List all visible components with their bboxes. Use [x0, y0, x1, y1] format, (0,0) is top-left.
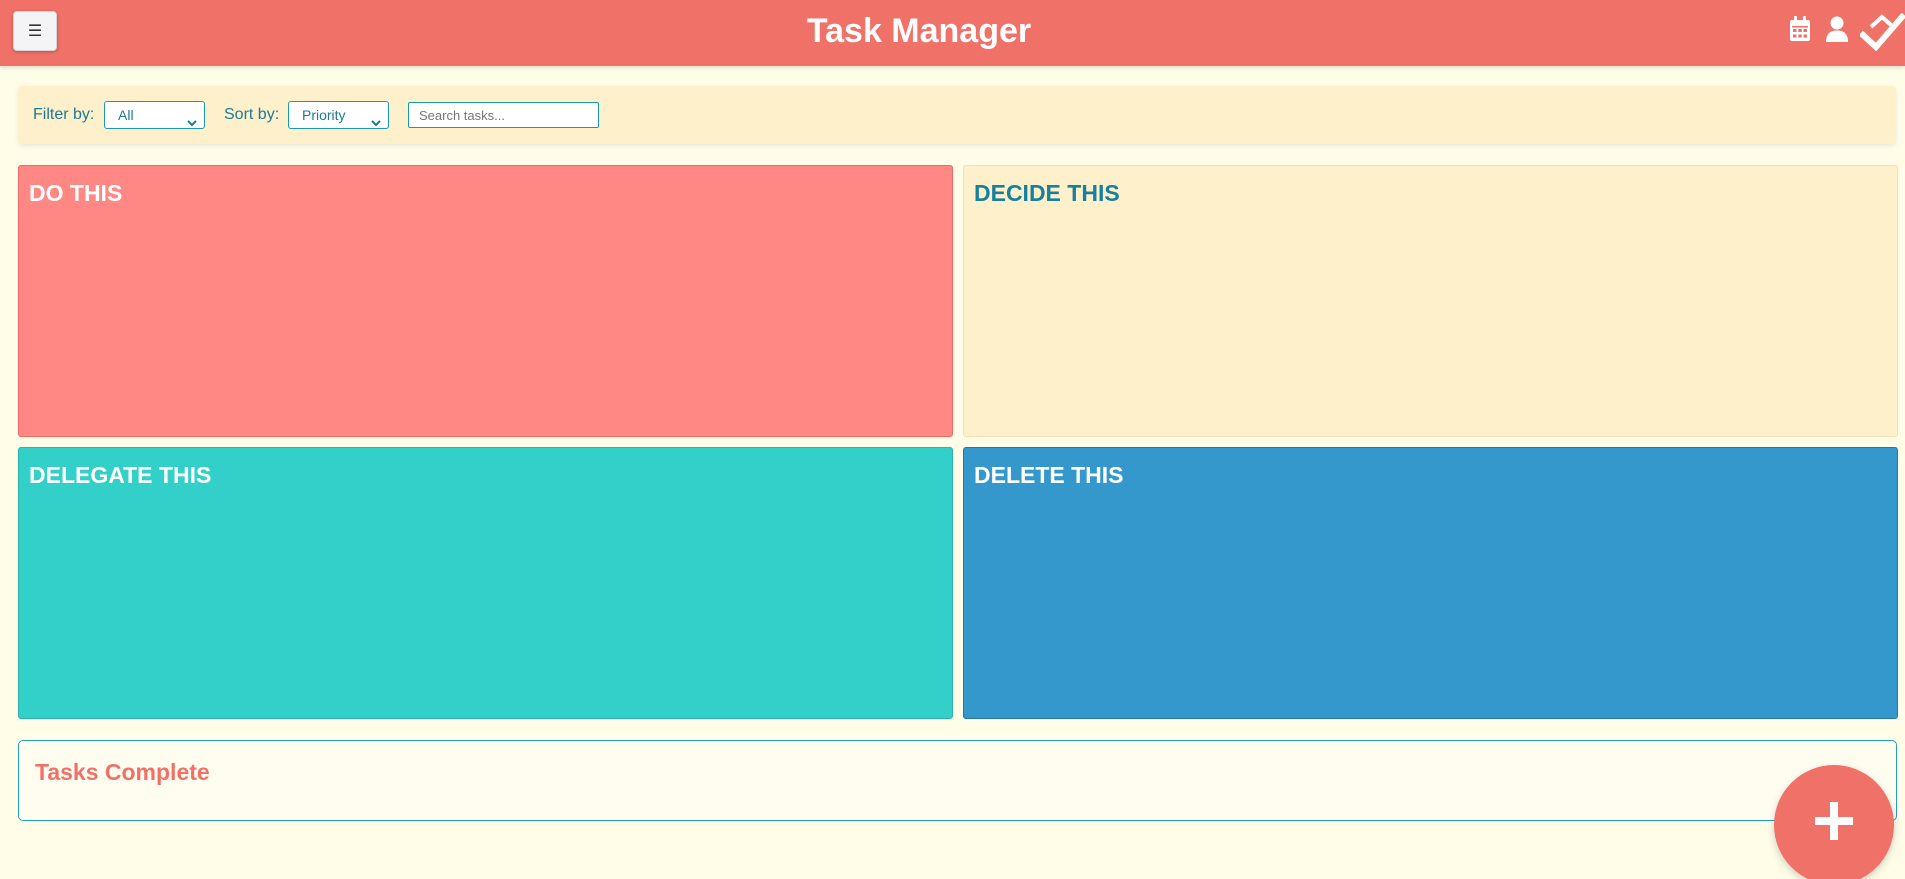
plus-icon	[1815, 802, 1853, 840]
tasks-complete-panel: Tasks Complete	[18, 740, 1897, 821]
filter-select[interactable]: All	[104, 101, 205, 129]
chevron-down-icon	[370, 110, 382, 136]
quadrant-do: DO THIS	[18, 165, 953, 437]
checkmark-logo-icon	[1858, 12, 1905, 56]
app-header: ☰ Task Manager	[0, 0, 1905, 66]
app-title: Task Manager	[806, 12, 1032, 50]
quadrant-delete: DELETE THIS	[963, 447, 1898, 719]
user-icon[interactable]	[1825, 15, 1849, 48]
sort-select-value: Priority	[302, 107, 346, 123]
add-task-button[interactable]	[1774, 765, 1894, 879]
tasks-complete-title: Tasks Complete	[35, 759, 210, 785]
sort-select[interactable]: Priority	[288, 101, 389, 129]
quadrant-decide: DECIDE THIS	[963, 165, 1898, 437]
quadrant-do-title: DO THIS	[29, 180, 123, 206]
filter-label: Filter by:	[33, 106, 95, 123]
calendar-icon[interactable]	[1789, 15, 1811, 48]
filter-bar: Filter by: All Sort by: Priority	[18, 86, 1896, 144]
chevron-down-icon	[186, 110, 198, 136]
quadrant-delegate-title: DELEGATE THIS	[29, 462, 212, 488]
search-input[interactable]	[408, 102, 599, 128]
quadrant-decide-title: DECIDE THIS	[974, 180, 1120, 206]
quadrant-delegate: DELEGATE THIS	[18, 447, 953, 719]
filter-select-value: All	[118, 107, 134, 123]
quadrant-delete-title: DELETE THIS	[974, 462, 1124, 488]
sort-label: Sort by:	[224, 106, 280, 123]
